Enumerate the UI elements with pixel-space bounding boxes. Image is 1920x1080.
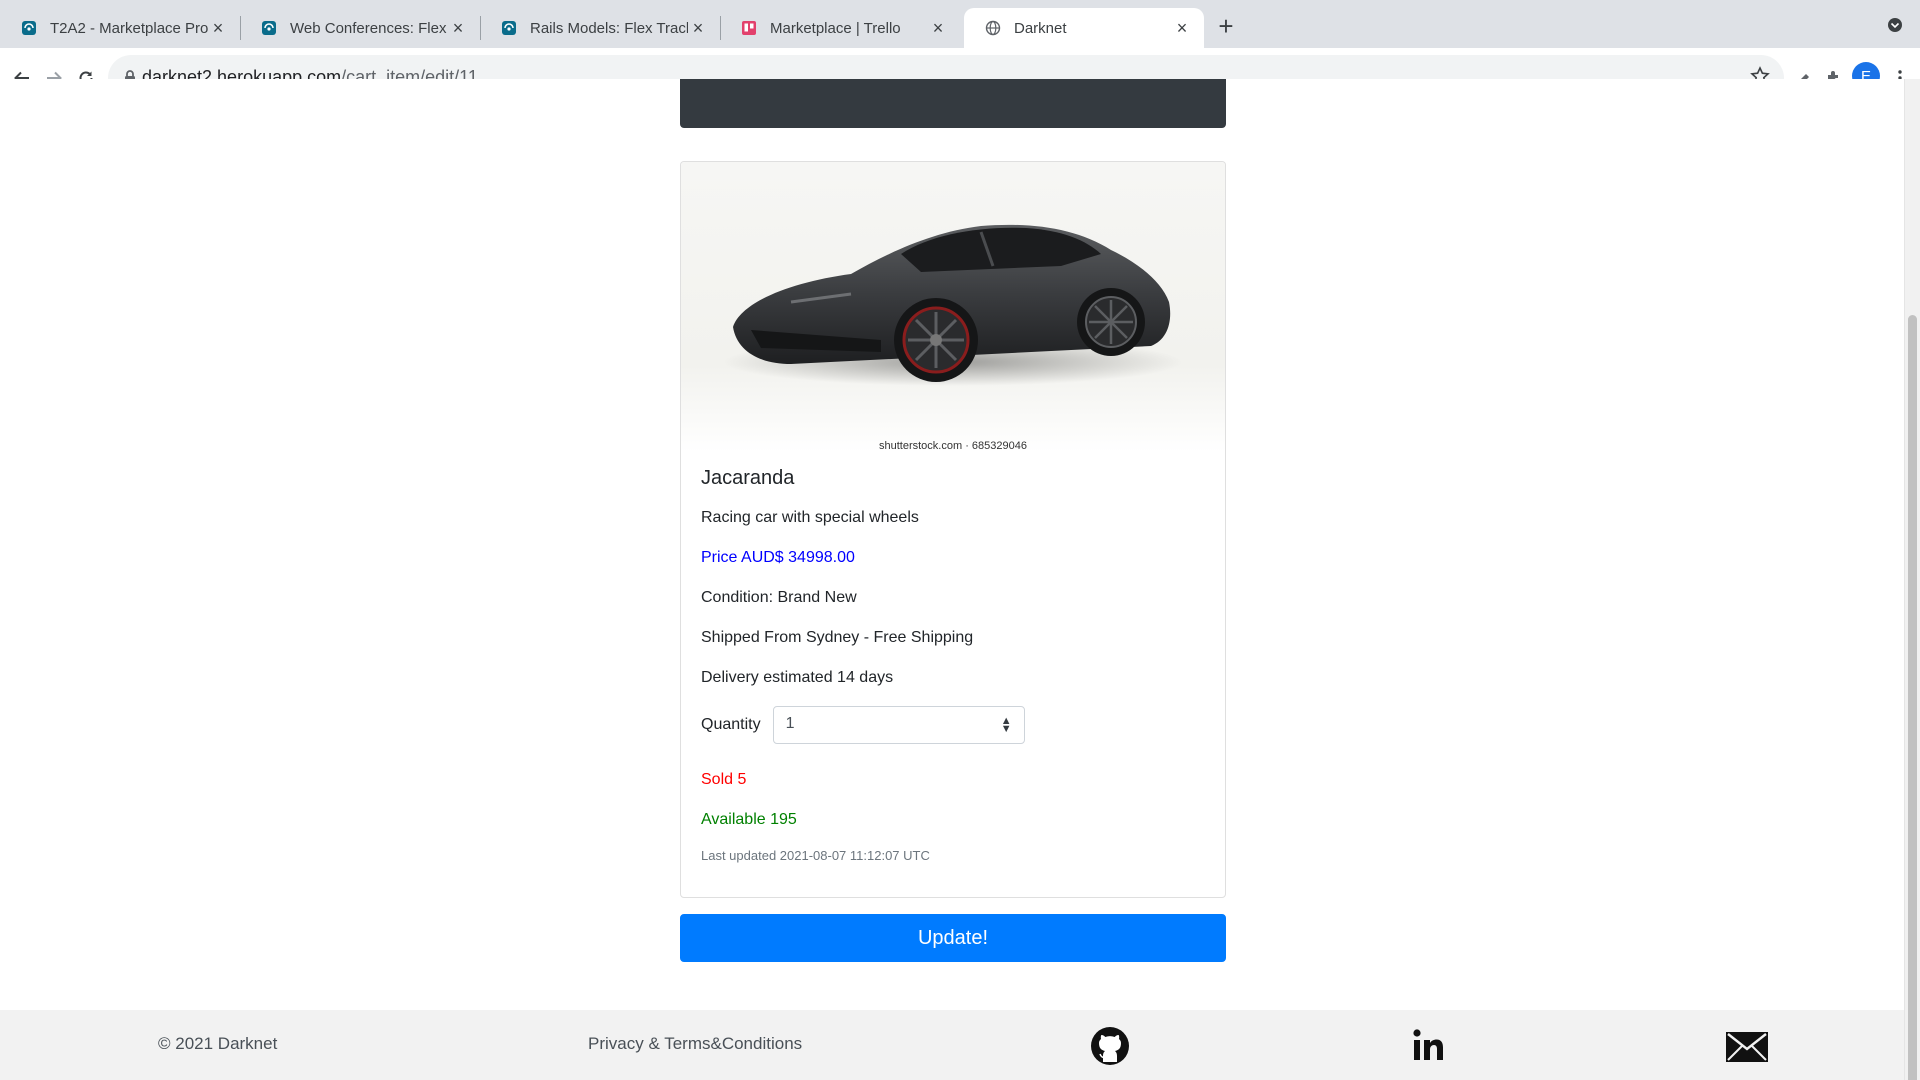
tab-web-conferences[interactable]: Web Conferences: Flex Track × <box>240 8 480 48</box>
racing-car-image <box>723 224 1183 386</box>
footer-copyright: © 2021 Darknet <box>158 1034 278 1053</box>
product-details: Jacaranda Racing car with special wheels… <box>701 467 1207 863</box>
quantity-select[interactable]: 1 ▲ ▼ <box>772 706 1025 744</box>
tab-rails-models[interactable]: Rails Models: Flex Track × <box>480 8 720 48</box>
site-footer: © 2021 Darknet Privacy & Terms&Condition… <box>0 1010 1904 1080</box>
image-watermark: shutterstock.com · 685329046 <box>879 440 1027 452</box>
close-tab-icon[interactable]: × <box>1172 18 1192 38</box>
page-scrollbar[interactable] <box>1904 79 1920 1080</box>
linkedin-icon[interactable] <box>1412 1028 1446 1067</box>
trello-icon <box>740 19 758 37</box>
quantity-row: Quantity 1 ▲ ▼ <box>701 706 1207 744</box>
tab-search-icon[interactable] <box>1884 14 1906 36</box>
product-card: shutterstock.com · 685329046 Jacaranda R… <box>680 161 1226 898</box>
github-icon[interactable] <box>1090 1026 1130 1071</box>
canvas-icon <box>20 19 38 37</box>
product-condition: Condition: Brand New <box>701 589 857 606</box>
tab-title: T2A2 - Marketplace Project <box>50 19 208 37</box>
site-navbar <box>680 79 1226 128</box>
product-description: Racing car with special wheels <box>701 509 919 526</box>
quantity-label: Quantity <box>701 716 761 733</box>
update-button[interactable]: Update! <box>680 914 1226 962</box>
canvas-icon <box>260 19 278 37</box>
sold-count: Sold 5 <box>701 771 747 788</box>
globe-icon <box>984 19 1002 37</box>
last-updated: Last updated 2021-08-07 11:12:07 UTC <box>701 848 930 863</box>
product-name: Jacaranda <box>701 467 795 489</box>
canvas-icon <box>500 19 518 37</box>
close-tab-icon[interactable]: × <box>208 18 228 38</box>
product-image: shutterstock.com · 685329046 <box>681 162 1225 452</box>
tab-title: Marketplace | Trello <box>770 19 901 37</box>
scrollbar-thumb[interactable] <box>1908 315 1917 1080</box>
tab-t2a2-marketplace-project[interactable]: T2A2 - Marketplace Project × <box>0 8 240 48</box>
quantity-value: 1 <box>785 715 795 732</box>
page-viewport: shutterstock.com · 685329046 Jacaranda R… <box>0 79 1920 1080</box>
product-shipping: Shipped From Sydney - Free Shipping <box>701 629 974 646</box>
tab-title: Web Conferences: Flex Track <box>290 19 448 37</box>
available-count: Available 195 <box>701 811 797 828</box>
tab-title: Darknet <box>1014 19 1067 37</box>
product-price: Price AUD$ 34998.00 <box>701 549 855 566</box>
close-tab-icon[interactable]: × <box>928 18 948 38</box>
tab-title: Rails Models: Flex Track <box>530 19 688 37</box>
footer-privacy-link[interactable]: Privacy & Terms&Conditions <box>588 1034 802 1054</box>
new-tab-button[interactable]: + <box>1212 11 1240 41</box>
product-delivery: Delivery estimated 14 days <box>701 669 894 686</box>
email-icon[interactable] <box>1726 1032 1768 1067</box>
tab-darknet[interactable]: Darknet × <box>964 8 1204 48</box>
close-tab-icon[interactable]: × <box>688 18 708 38</box>
select-arrows-icon: ▲ ▼ <box>1000 715 1012 735</box>
tab-marketplace-trello[interactable]: Marketplace | Trello × <box>720 8 960 48</box>
browser-tab-strip: T2A2 - Marketplace Project × Web Confere… <box>0 0 1920 48</box>
close-tab-icon[interactable]: × <box>448 18 468 38</box>
